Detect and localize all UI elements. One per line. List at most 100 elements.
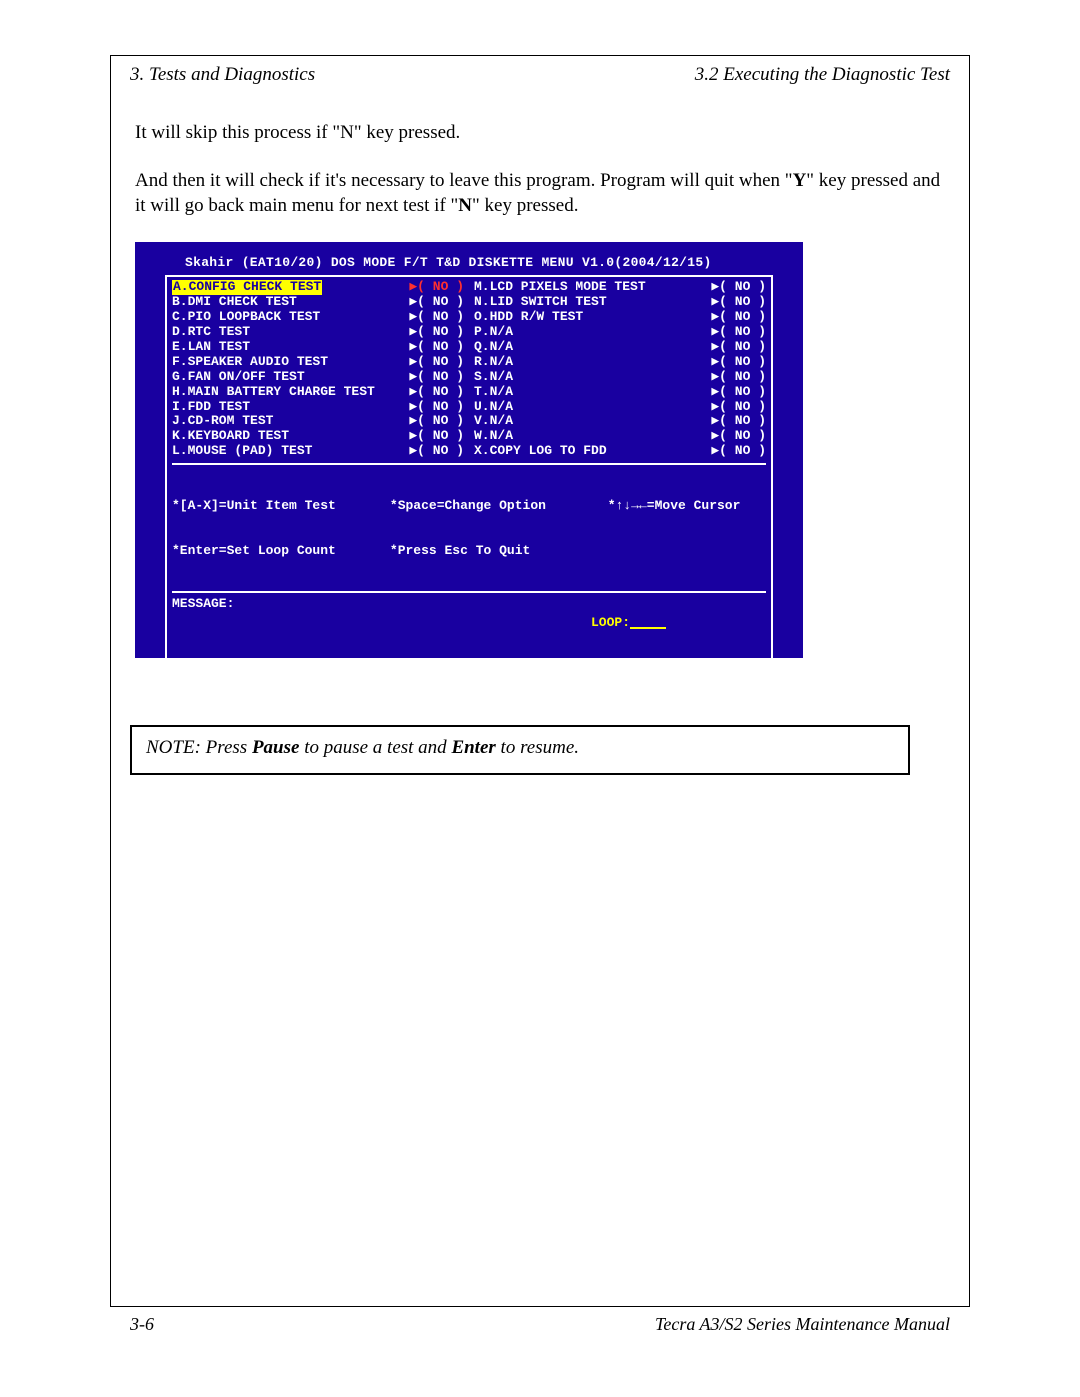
menu-item-value: ▶( NO ) [711,370,766,385]
menu-item-n: N.LID SWITCH TEST▶( NO ) [474,295,766,310]
menu-item-t: T.N/A▶( NO ) [474,385,766,400]
footer-manual-title: Tecra A3/S2 Series Maintenance Manual [655,1314,950,1335]
help-col-2: *Space=Change Option *Press Esc To Quit [390,469,598,589]
header-right: 3.2 Executing the Diagnostic Test [695,64,950,86]
menu-item-label: J.CD-ROM TEST [172,414,409,429]
message-area-spacer [172,629,766,689]
loop-label: LOOP: [591,615,630,630]
paragraph-1: It will skip this process if "N" key pre… [135,120,945,146]
note-box: NOTE: Press Pause to pause a test and En… [130,725,910,775]
menu-item-label: L.MOUSE (PAD) TEST [172,444,409,459]
menu-col-left: A.CONFIG CHECK TEST ▶( NO ) B.DMI CHECK … [172,280,464,459]
menu-item-label: W.N/A [474,429,711,444]
note-text-1: Press [201,737,252,758]
menu-item-j: J.CD-ROM TEST▶( NO ) [172,414,464,429]
menu-item-value: ▶( NO ) [409,400,464,415]
menu-item-value: ▶( NO ) [711,295,766,310]
menu-item-value: ▶( NO ) [711,385,766,400]
menu-item-d: D.RTC TEST▶( NO ) [172,325,464,340]
menu-item-value: ▶( NO ) [409,340,464,355]
menu-item-a: A.CONFIG CHECK TEST ▶( NO ) [172,280,464,295]
separator [172,463,766,465]
menu-item-label: N.LID SWITCH TEST [474,295,711,310]
separator [172,591,766,593]
menu-item-p: P.N/A▶( NO ) [474,325,766,340]
menu-item-label: M.LCD PIXELS MODE TEST [474,280,711,295]
note-prefix: NOTE: [146,737,201,758]
menu-item-label: O.HDD R/W TEST [474,310,711,325]
menu-item-value: ▶( NO ) [711,355,766,370]
menu-item-label: U.N/A [474,400,711,415]
p2-pre: And then it will check if it's necessary… [135,170,793,191]
menu-item-label: V.N/A [474,414,711,429]
menu-item-value: ▶( NO ) [409,355,464,370]
page: 3. Tests and Diagnostics 3.2 Executing t… [0,0,1080,1397]
menu-item-label: I.FDD TEST [172,400,409,415]
message-label: MESSAGE: [172,597,234,610]
menu-item-value: ▶( NO ) [409,280,464,295]
footer-page-num: 3-6 [130,1314,154,1335]
menu-item-value: ▶( NO ) [711,325,766,340]
page-footer: 3-6 Tecra A3/S2 Series Maintenance Manua… [130,1314,950,1335]
p2-y: Y [793,170,807,191]
help-col-3: *↑↓→←=Move Cursor [608,469,766,589]
body-text: It will skip this process if "N" key pre… [135,120,945,241]
help-line: *↑↓→←=Move Cursor [608,499,766,514]
menu-title: Skahir (EAT10/20) DOS MODE F/T T&D DISKE… [185,256,793,269]
menu-item-g: G.FAN ON/OFF TEST▶( NO ) [172,370,464,385]
menu-item-value: ▶( NO ) [409,370,464,385]
menu-item-value: ▶( NO ) [711,444,766,459]
menu-item-value: ▶( NO ) [711,414,766,429]
menu-item-label: C.PIO LOOPBACK TEST [172,310,409,325]
help-line: *[A-X]=Unit Item Test [172,499,380,514]
menu-item-v: V.N/A▶( NO ) [474,414,766,429]
menu-item-e: E.LAN TEST▶( NO ) [172,340,464,355]
menu-item-c: C.PIO LOOPBACK TEST▶( NO ) [172,310,464,325]
menu-item-value: ▶( NO ) [409,429,464,444]
menu-item-label: G.FAN ON/OFF TEST [172,370,409,385]
menu-item-label: S.N/A [474,370,711,385]
menu-item-value: ▶( NO ) [711,310,766,325]
menu-item-value: ▶( NO ) [409,325,464,340]
menu-item-i: I.FDD TEST▶( NO ) [172,400,464,415]
note-bold-2: Enter [451,737,495,758]
p2-post: " key pressed. [472,195,578,216]
menu-item-o: O.HDD R/W TEST▶( NO ) [474,310,766,325]
menu-item-label: X.COPY LOG TO FDD [474,444,711,459]
menu-item-q: Q.N/A▶( NO ) [474,340,766,355]
menu-item-label: P.N/A [474,325,711,340]
menu-item-value: ▶( NO ) [711,400,766,415]
menu-item-label: Q.N/A [474,340,711,355]
paragraph-2: And then it will check if it's necessary… [135,168,945,219]
menu-item-label: B.DMI CHECK TEST [172,295,409,310]
loop-value-underline [630,627,666,629]
header-left: 3. Tests and Diagnostics [130,64,315,86]
menu-item-label: T.N/A [474,385,711,400]
menu-item-label: H.MAIN BATTERY CHARGE TEST [172,385,409,400]
note-text-3: to resume. [496,737,579,758]
note-text-2: to pause a test and [299,737,451,758]
menu-item-value: ▶( NO ) [711,340,766,355]
menu-item-label: F.SPEAKER AUDIO TEST [172,355,409,370]
menu-item-label: K.KEYBOARD TEST [172,429,409,444]
page-header: 3. Tests and Diagnostics 3.2 Executing t… [130,64,950,86]
menu-item-value: ▶( NO ) [409,385,464,400]
message-row: MESSAGE: [172,597,766,610]
menu-item-value: ▶( NO ) [409,414,464,429]
menu-item-s: S.N/A▶( NO ) [474,370,766,385]
menu-item-w: W.N/A▶( NO ) [474,429,766,444]
menu-item-r: R.N/A▶( NO ) [474,355,766,370]
help-line: *Enter=Set Loop Count [172,544,380,559]
menu-item-m: M.LCD PIXELS MODE TEST▶( NO ) [474,280,766,295]
menu-item-k: K.KEYBOARD TEST▶( NO ) [172,429,464,444]
menu-item-value: ▶( NO ) [409,310,464,325]
menu-item-label: R.N/A [474,355,711,370]
help-col-1: *[A-X]=Unit Item Test *Enter=Set Loop Co… [172,469,380,589]
menu-item-x: X.COPY LOG TO FDD▶( NO ) [474,444,766,459]
menu-item-label: D.RTC TEST [172,325,409,340]
menu-item-label: E.LAN TEST [172,340,409,355]
help-line: *Press Esc To Quit [390,544,598,559]
dos-menu-screenshot: Skahir (EAT10/20) DOS MODE F/T T&D DISKE… [135,242,803,658]
p2-n: N [458,195,472,216]
menu-box: A.CONFIG CHECK TEST ▶( NO ) B.DMI CHECK … [165,275,773,694]
